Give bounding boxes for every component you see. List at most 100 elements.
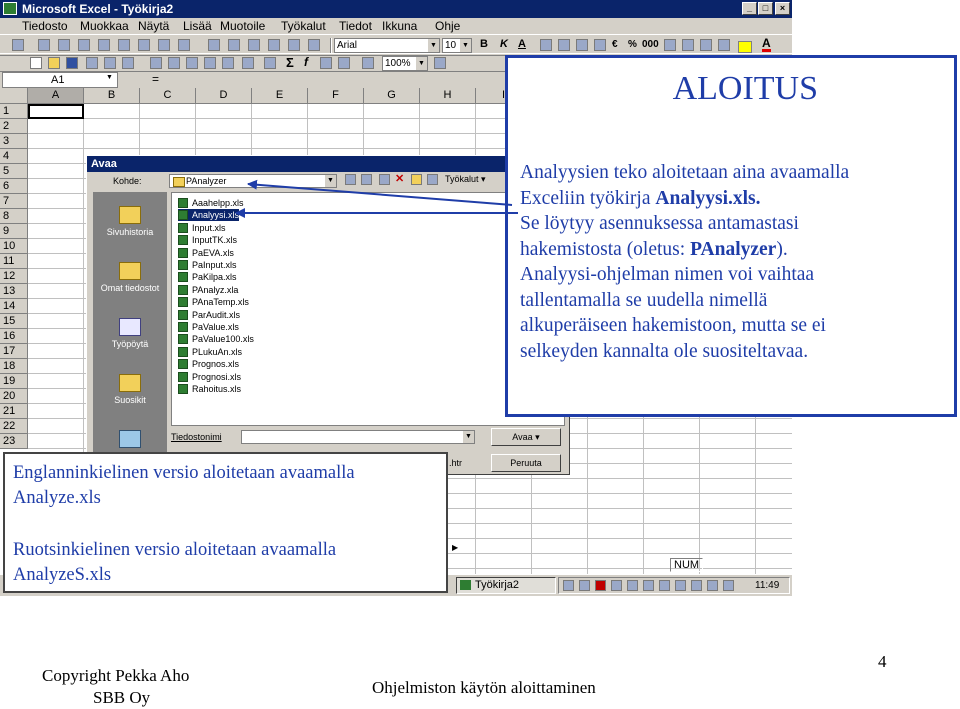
file-list-item[interactable]: PAnalyz.xla [178,284,238,296]
underline-button[interactable]: A [518,38,526,50]
fill-color-icon[interactable] [738,41,752,53]
menu-data[interactable]: Tiedot [339,19,372,33]
font-name-select[interactable]: Arial ▼ [334,38,440,53]
column-header[interactable]: D [196,88,252,104]
tray-icon[interactable] [675,580,686,591]
tray-icon[interactable] [579,580,590,591]
place-my-documents[interactable]: Omat tiedostot [93,262,167,293]
indent-icon[interactable] [700,39,712,51]
sort-icon[interactable] [320,57,332,69]
file-list-item[interactable]: PaKilpa.xls [178,271,237,283]
menu-insert[interactable]: Lisää [183,19,212,33]
toolbar-button-icon[interactable] [268,39,280,51]
tray-icon[interactable] [659,580,670,591]
look-in-select[interactable]: PAnalyzer ▼ [169,174,337,188]
decimals-icon[interactable] [664,39,676,51]
delete-icon[interactable]: ✕ [395,172,404,185]
file-list-item[interactable]: Input.xls [178,222,226,234]
row-header[interactable]: 1 [0,104,28,119]
thousands-icon[interactable]: 000 [642,39,659,50]
menu-edit[interactable]: Muokkaa [80,19,129,33]
preview-icon[interactable] [104,57,116,69]
paste-icon[interactable] [186,57,198,69]
place-desktop[interactable]: Työpöytä [93,318,167,349]
toolbar-button-icon[interactable] [118,39,130,51]
toolbar-button-icon[interactable] [12,39,24,51]
toolbar-button-icon[interactable] [288,39,300,51]
select-all-corner[interactable] [0,88,28,104]
file-list-item[interactable]: Rahoitus.xls [178,383,241,395]
font-color-icon[interactable]: A [762,37,771,52]
toolbar-button-icon[interactable] [38,39,50,51]
copy-icon[interactable] [168,57,180,69]
new-folder-icon[interactable] [411,174,422,185]
row-header[interactable]: 12 [0,269,28,284]
row-header[interactable]: 8 [0,209,28,224]
toolbar-button-icon[interactable] [228,39,240,51]
sort-icon[interactable] [338,57,350,69]
spell-icon[interactable] [122,57,134,69]
italic-button[interactable]: K [500,38,508,50]
column-header[interactable]: G [364,88,420,104]
menu-file[interactable]: Tiedosto [22,19,68,33]
align-left-icon[interactable] [540,39,552,51]
file-list-item[interactable]: PaEVA.xls [178,247,234,259]
place-history[interactable]: Sivuhistoria [93,206,167,237]
column-header[interactable]: F [308,88,364,104]
file-list-item[interactable]: PaValue100.xls [178,333,254,345]
filename-input[interactable]: ▼ [241,430,475,444]
format-painter-icon[interactable] [204,57,216,69]
row-header[interactable]: 14 [0,299,28,314]
toolbar-button-icon[interactable] [78,39,90,51]
menu-tools[interactable]: Työkalut [281,19,326,33]
minimize-button[interactable]: _ [742,2,757,15]
zoom-select[interactable]: 100% ▼ [382,56,428,71]
new-icon[interactable] [30,57,42,69]
row-header[interactable]: 22 [0,419,28,434]
toolbar-button-icon[interactable] [158,39,170,51]
tray-icon[interactable] [707,580,718,591]
name-box[interactable]: A1 [2,72,118,88]
menu-format[interactable]: Muotoile [220,19,265,33]
row-header[interactable]: 7 [0,194,28,209]
cut-icon[interactable] [150,57,162,69]
menu-window[interactable]: Ikkuna [382,19,417,33]
column-header[interactable]: C [140,88,196,104]
function-icon[interactable]: f [304,55,308,69]
file-list-item[interactable]: PaValue.xls [178,321,239,333]
row-header[interactable]: 15 [0,314,28,329]
chart-icon[interactable] [362,57,374,69]
open-icon[interactable] [48,57,60,69]
toolbar-button-icon[interactable] [308,39,320,51]
toolbar-button-icon[interactable] [138,39,150,51]
tray-icon[interactable] [643,580,654,591]
bold-button[interactable]: B [480,38,488,50]
row-header[interactable]: 9 [0,224,28,239]
views-icon[interactable] [427,174,438,185]
column-header[interactable]: H [420,88,476,104]
print-icon[interactable] [86,57,98,69]
menu-help[interactable]: Ohje [435,19,460,33]
font-size-select[interactable]: 10 ▼ [442,38,472,53]
tray-icon[interactable] [595,580,606,591]
column-header[interactable]: B [84,88,140,104]
align-center-icon[interactable] [558,39,570,51]
toolbar-button-icon[interactable] [98,39,110,51]
scroll-right-icon[interactable]: ▶ [452,543,458,552]
file-list-item[interactable]: PLukuAn.xls [178,346,242,358]
row-header[interactable]: 18 [0,359,28,374]
file-list-item[interactable]: Analyysi.xls [178,209,240,222]
row-header[interactable]: 5 [0,164,28,179]
maximize-button[interactable]: □ [758,2,773,15]
hyperlink-icon[interactable] [264,57,276,69]
file-list-item[interactable]: InputTK.xls [178,234,237,246]
row-header[interactable]: 20 [0,389,28,404]
save-icon[interactable] [66,57,78,69]
merge-icon[interactable] [594,39,606,51]
row-header[interactable]: 23 [0,434,28,449]
autosum-icon[interactable]: Σ [286,55,294,70]
border-icon[interactable] [718,39,730,51]
toolbar-button-icon[interactable] [208,39,220,51]
toolbar-button-icon[interactable] [178,39,190,51]
undo-icon[interactable] [222,57,234,69]
